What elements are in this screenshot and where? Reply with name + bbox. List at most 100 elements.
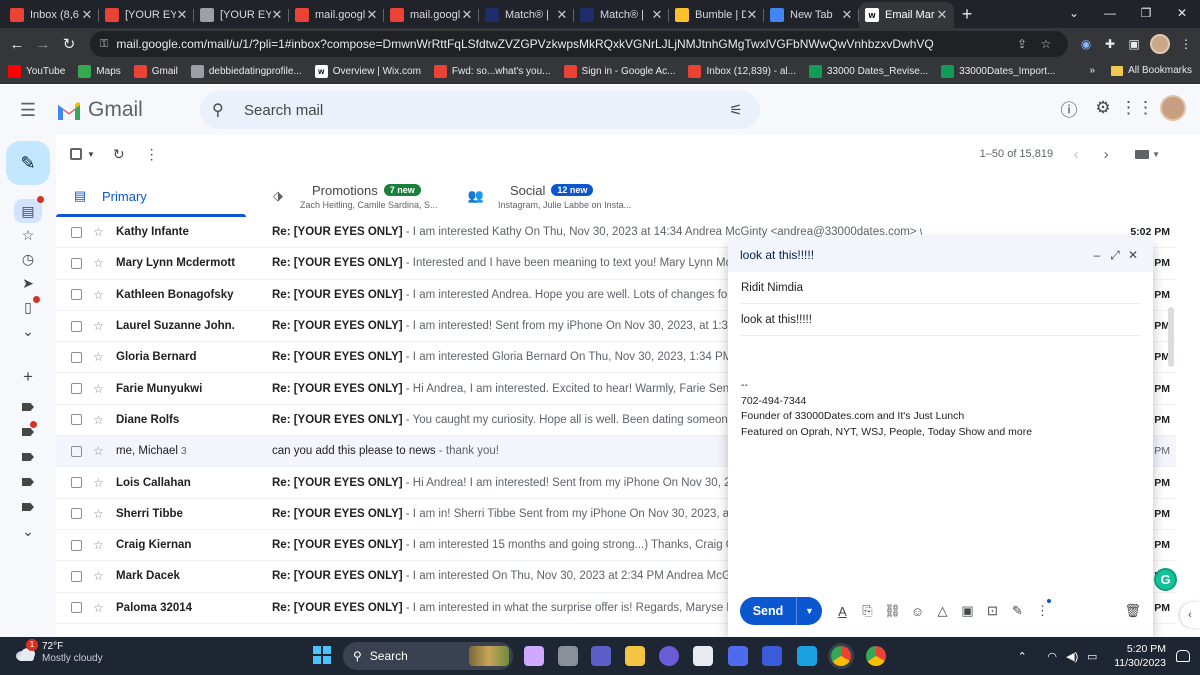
email-checkbox[interactable]	[71, 226, 82, 238]
google-apps-icon[interactable]: ⋮⋮	[1120, 98, 1154, 118]
recipients-field[interactable]: Ridit Nimdia	[740, 272, 1141, 304]
star-icon[interactable]: ☆	[93, 601, 104, 615]
scrollbar-thumb[interactable]	[1168, 307, 1174, 367]
all-bookmarks-button[interactable]: All Bookmarks	[1111, 65, 1192, 76]
browser-tab[interactable]: Match® | ✕	[479, 2, 574, 28]
keyboard-icon[interactable]	[1135, 149, 1150, 159]
show-side-panel-icon[interactable]: ‹	[1180, 602, 1200, 628]
store-icon[interactable]	[693, 646, 713, 666]
older-page-icon[interactable]: ›	[1091, 146, 1121, 163]
bookmark-item[interactable]: debbiedatingprofile...	[190, 65, 302, 78]
search-icon[interactable]: ⚲	[212, 100, 238, 120]
bookmark-item[interactable]: Gmail	[133, 65, 178, 78]
send-options-icon[interactable]: ▼	[796, 597, 822, 625]
scrollbar[interactable]	[1166, 307, 1176, 367]
app-icon[interactable]	[762, 646, 782, 666]
close-tab-icon[interactable]: ✕	[651, 7, 663, 23]
browser-tab[interactable]: mail.googl ✕	[289, 2, 384, 28]
bookmark-item[interactable]: Inbox (12,839) - al...	[688, 65, 796, 78]
chrome-icon[interactable]	[831, 646, 851, 666]
more-actions-icon[interactable]: ⋮	[145, 146, 159, 163]
tab-promotions[interactable]: ⬗ Promotions 7 new Zach Heitling, Camile Sa…	[254, 175, 452, 217]
bookmark-item[interactable]: YouTube	[8, 65, 65, 78]
bookmark-item[interactable]: 33000 Dates_Revise...	[808, 65, 928, 78]
help-icon[interactable]: ⓘ	[1052, 96, 1086, 121]
close-window-button[interactable]: ✕	[1164, 0, 1200, 28]
show-hidden-icons-chevron-icon[interactable]: ⌃	[1012, 650, 1032, 663]
star-icon[interactable]: ☆	[93, 507, 104, 521]
app-icon[interactable]	[797, 646, 817, 666]
browser-tab[interactable]: w Email Mar ✕	[859, 2, 954, 28]
compose-body[interactable]: -- 702-494-7344 Founder of 33000Dates.co…	[728, 336, 1153, 440]
bookmark-item[interactable]: Sign in - Google Ac...	[563, 65, 675, 78]
subject-field[interactable]: look at this!!!!!	[740, 304, 1141, 336]
create-label-icon[interactable]: +	[18, 367, 38, 387]
bookmark-item[interactable]: Fwd: so...what's you...	[433, 65, 551, 78]
chrome-profile-icon[interactable]	[866, 646, 886, 666]
close-tab-icon[interactable]: ✕	[746, 7, 758, 23]
close-tab-icon[interactable]: ✕	[841, 7, 853, 23]
search-mail-bar[interactable]: ⚲ Search mail ⚟	[200, 91, 760, 129]
insert-signature-icon[interactable]: ✎	[1005, 603, 1030, 619]
compose-button[interactable]: ✎	[6, 141, 50, 185]
search-options-icon[interactable]: ⚟	[724, 101, 748, 119]
star-icon[interactable]: ☆	[93, 382, 104, 396]
close-tab-icon[interactable]: ✕	[271, 7, 283, 23]
close-compose-icon[interactable]: ✕	[1125, 248, 1141, 262]
more-labels-chevron-icon[interactable]: ⌄	[18, 523, 38, 543]
star-icon[interactable]: ☆	[93, 413, 104, 427]
browser-tab[interactable]: New Tab ✕	[764, 2, 859, 28]
email-checkbox[interactable]	[71, 539, 82, 551]
side-panel-icon[interactable]: ▣	[1122, 37, 1146, 51]
bookmark-star-icon[interactable]: ☆	[1034, 37, 1058, 51]
bookmark-item[interactable]: Maps	[78, 65, 121, 78]
close-tab-icon[interactable]: ✕	[81, 7, 93, 23]
email-checkbox[interactable]	[71, 351, 82, 363]
insert-emoji-icon[interactable]: ☺	[905, 604, 930, 619]
label-tag-icon[interactable]	[22, 428, 34, 436]
inbox-nav-icon[interactable]: ▤	[14, 196, 44, 223]
browser-menu-icon[interactable]: ⋮	[1174, 37, 1198, 51]
confidential-mode-icon[interactable]: ⊡	[980, 603, 1005, 619]
settings-gear-icon[interactable]: ⚙	[1086, 98, 1120, 118]
teams-icon[interactable]	[591, 646, 611, 666]
send-button[interactable]: Send	[740, 597, 796, 625]
close-tab-icon[interactable]: ✕	[556, 7, 568, 23]
bookmark-item[interactable]: 33000Dates_Import...	[941, 65, 1055, 78]
refresh-icon[interactable]: ↻	[113, 146, 125, 163]
insert-photo-icon[interactable]: ▣	[955, 603, 980, 619]
minimize-button[interactable]: —	[1092, 0, 1128, 28]
windows-start-icon[interactable]	[313, 646, 331, 664]
file-explorer-icon[interactable]	[625, 646, 645, 666]
more-options-icon[interactable]: ⋮	[1030, 599, 1055, 619]
starred-nav-icon[interactable]: ☆	[18, 227, 38, 247]
label-tag-icon[interactable]	[22, 403, 34, 411]
newer-page-icon[interactable]: ‹	[1061, 146, 1091, 163]
share-icon[interactable]: ⇪	[1010, 37, 1034, 51]
address-bar[interactable]: ⚿ mail.google.com/mail/u/1/?pli=1#inbox?…	[90, 31, 1068, 57]
email-checkbox[interactable]	[71, 320, 82, 332]
weather-widget[interactable]: 1 72°F Mostly cloudy	[14, 639, 103, 665]
snoozed-nav-icon[interactable]: ◷	[18, 251, 38, 271]
compose-header[interactable]: look at this!!!!! – ⤢ ✕	[728, 238, 1153, 272]
discard-draft-icon[interactable]: 🗑	[1124, 603, 1141, 619]
drafts-nav-icon[interactable]: ▯	[18, 296, 40, 319]
task-view-icon[interactable]	[558, 646, 578, 666]
star-icon[interactable]: ☆	[93, 350, 104, 364]
grammarly-icon[interactable]: G	[1154, 568, 1177, 591]
insert-drive-icon[interactable]: △	[930, 603, 955, 619]
email-checkbox[interactable]	[71, 445, 82, 457]
browser-tab[interactable]: Inbox (8,6 ✕	[4, 2, 99, 28]
browser-tab[interactable]: mail.googl ✕	[384, 2, 479, 28]
star-icon[interactable]: ☆	[93, 256, 104, 270]
restore-button[interactable]: ❐	[1128, 0, 1164, 28]
profile-avatar[interactable]	[1150, 34, 1170, 54]
browser-tab[interactable]: [YOUR EYE✕	[194, 2, 289, 28]
bookmarks-overflow-button[interactable]: »	[1089, 65, 1095, 76]
site-info-icon[interactable]: ⚿	[100, 38, 108, 51]
copilot-icon[interactable]	[524, 646, 544, 666]
app-icon[interactable]	[659, 646, 679, 666]
bookmark-item[interactable]: w Overview | Wix.com	[314, 65, 421, 78]
more-nav-chevron-icon[interactable]: ⌄	[18, 323, 38, 343]
attach-file-icon[interactable]: ⎘	[855, 603, 880, 619]
